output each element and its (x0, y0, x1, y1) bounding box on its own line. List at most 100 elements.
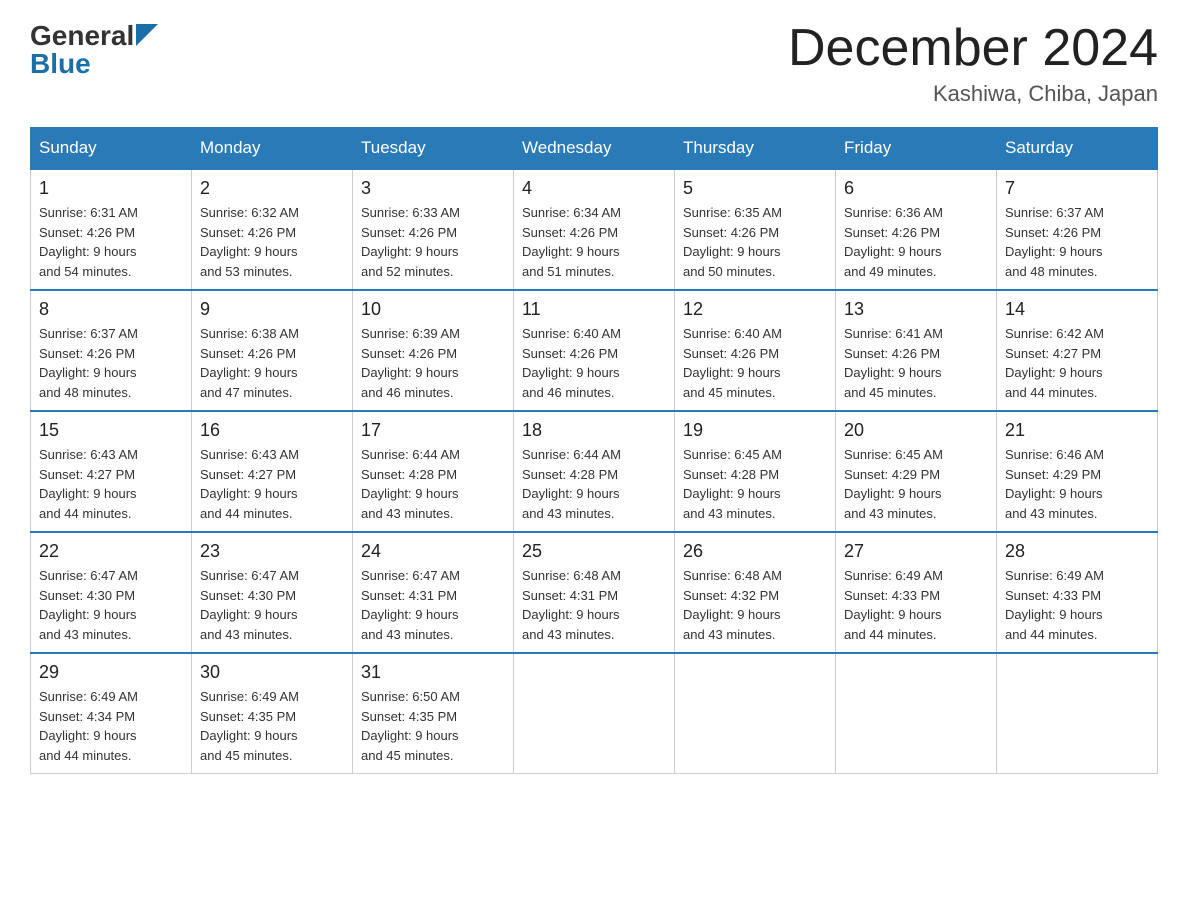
calendar-cell: 10 Sunrise: 6:39 AM Sunset: 4:26 PM Dayl… (353, 290, 514, 411)
day-info: Sunrise: 6:32 AM Sunset: 4:26 PM Dayligh… (200, 203, 344, 281)
calendar-cell: 24 Sunrise: 6:47 AM Sunset: 4:31 PM Dayl… (353, 532, 514, 653)
day-number: 9 (200, 299, 344, 320)
day-info: Sunrise: 6:41 AM Sunset: 4:26 PM Dayligh… (844, 324, 988, 402)
day-info: Sunrise: 6:38 AM Sunset: 4:26 PM Dayligh… (200, 324, 344, 402)
calendar-cell: 26 Sunrise: 6:48 AM Sunset: 4:32 PM Dayl… (675, 532, 836, 653)
calendar-header-saturday: Saturday (997, 128, 1158, 170)
calendar-cell: 27 Sunrise: 6:49 AM Sunset: 4:33 PM Dayl… (836, 532, 997, 653)
calendar-header-sunday: Sunday (31, 128, 192, 170)
day-info: Sunrise: 6:49 AM Sunset: 4:33 PM Dayligh… (1005, 566, 1149, 644)
day-info: Sunrise: 6:43 AM Sunset: 4:27 PM Dayligh… (200, 445, 344, 523)
day-info: Sunrise: 6:44 AM Sunset: 4:28 PM Dayligh… (361, 445, 505, 523)
day-info: Sunrise: 6:37 AM Sunset: 4:26 PM Dayligh… (39, 324, 183, 402)
logo-blue-text: Blue (30, 50, 91, 78)
calendar-week-row: 22 Sunrise: 6:47 AM Sunset: 4:30 PM Dayl… (31, 532, 1158, 653)
calendar-cell: 15 Sunrise: 6:43 AM Sunset: 4:27 PM Dayl… (31, 411, 192, 532)
day-info: Sunrise: 6:36 AM Sunset: 4:26 PM Dayligh… (844, 203, 988, 281)
day-info: Sunrise: 6:50 AM Sunset: 4:35 PM Dayligh… (361, 687, 505, 765)
day-info: Sunrise: 6:49 AM Sunset: 4:35 PM Dayligh… (200, 687, 344, 765)
calendar-table: SundayMondayTuesdayWednesdayThursdayFrid… (30, 127, 1158, 774)
calendar-cell: 3 Sunrise: 6:33 AM Sunset: 4:26 PM Dayli… (353, 169, 514, 290)
day-number: 13 (844, 299, 988, 320)
calendar-cell: 17 Sunrise: 6:44 AM Sunset: 4:28 PM Dayl… (353, 411, 514, 532)
calendar-week-row: 8 Sunrise: 6:37 AM Sunset: 4:26 PM Dayli… (31, 290, 1158, 411)
calendar-cell: 5 Sunrise: 6:35 AM Sunset: 4:26 PM Dayli… (675, 169, 836, 290)
day-number: 5 (683, 178, 827, 199)
day-number: 18 (522, 420, 666, 441)
day-info: Sunrise: 6:45 AM Sunset: 4:28 PM Dayligh… (683, 445, 827, 523)
day-number: 10 (361, 299, 505, 320)
day-info: Sunrise: 6:33 AM Sunset: 4:26 PM Dayligh… (361, 203, 505, 281)
day-number: 7 (1005, 178, 1149, 199)
day-number: 4 (522, 178, 666, 199)
calendar-header-friday: Friday (836, 128, 997, 170)
calendar-header-monday: Monday (192, 128, 353, 170)
day-number: 11 (522, 299, 666, 320)
day-info: Sunrise: 6:48 AM Sunset: 4:32 PM Dayligh… (683, 566, 827, 644)
day-number: 15 (39, 420, 183, 441)
day-info: Sunrise: 6:45 AM Sunset: 4:29 PM Dayligh… (844, 445, 988, 523)
day-info: Sunrise: 6:49 AM Sunset: 4:34 PM Dayligh… (39, 687, 183, 765)
day-number: 23 (200, 541, 344, 562)
day-number: 31 (361, 662, 505, 683)
day-info: Sunrise: 6:31 AM Sunset: 4:26 PM Dayligh… (39, 203, 183, 281)
calendar-week-row: 29 Sunrise: 6:49 AM Sunset: 4:34 PM Dayl… (31, 653, 1158, 774)
calendar-title: December 2024 (788, 20, 1158, 77)
day-number: 26 (683, 541, 827, 562)
calendar-cell: 9 Sunrise: 6:38 AM Sunset: 4:26 PM Dayli… (192, 290, 353, 411)
calendar-cell (675, 653, 836, 774)
day-info: Sunrise: 6:39 AM Sunset: 4:26 PM Dayligh… (361, 324, 505, 402)
calendar-cell: 8 Sunrise: 6:37 AM Sunset: 4:26 PM Dayli… (31, 290, 192, 411)
day-number: 16 (200, 420, 344, 441)
calendar-cell: 29 Sunrise: 6:49 AM Sunset: 4:34 PM Dayl… (31, 653, 192, 774)
calendar-cell: 25 Sunrise: 6:48 AM Sunset: 4:31 PM Dayl… (514, 532, 675, 653)
page-header: General Blue December 2024 Kashiwa, Chib… (30, 20, 1158, 107)
calendar-cell (997, 653, 1158, 774)
day-number: 19 (683, 420, 827, 441)
day-number: 3 (361, 178, 505, 199)
calendar-header-tuesday: Tuesday (353, 128, 514, 170)
day-info: Sunrise: 6:48 AM Sunset: 4:31 PM Dayligh… (522, 566, 666, 644)
day-info: Sunrise: 6:37 AM Sunset: 4:26 PM Dayligh… (1005, 203, 1149, 281)
day-number: 25 (522, 541, 666, 562)
day-info: Sunrise: 6:34 AM Sunset: 4:26 PM Dayligh… (522, 203, 666, 281)
calendar-cell: 18 Sunrise: 6:44 AM Sunset: 4:28 PM Dayl… (514, 411, 675, 532)
calendar-cell: 23 Sunrise: 6:47 AM Sunset: 4:30 PM Dayl… (192, 532, 353, 653)
calendar-header-thursday: Thursday (675, 128, 836, 170)
day-number: 6 (844, 178, 988, 199)
calendar-header-row: SundayMondayTuesdayWednesdayThursdayFrid… (31, 128, 1158, 170)
day-info: Sunrise: 6:49 AM Sunset: 4:33 PM Dayligh… (844, 566, 988, 644)
calendar-cell: 21 Sunrise: 6:46 AM Sunset: 4:29 PM Dayl… (997, 411, 1158, 532)
calendar-cell: 19 Sunrise: 6:45 AM Sunset: 4:28 PM Dayl… (675, 411, 836, 532)
calendar-cell: 28 Sunrise: 6:49 AM Sunset: 4:33 PM Dayl… (997, 532, 1158, 653)
day-info: Sunrise: 6:43 AM Sunset: 4:27 PM Dayligh… (39, 445, 183, 523)
day-info: Sunrise: 6:40 AM Sunset: 4:26 PM Dayligh… (522, 324, 666, 402)
day-info: Sunrise: 6:47 AM Sunset: 4:30 PM Dayligh… (200, 566, 344, 644)
day-number: 2 (200, 178, 344, 199)
calendar-cell: 7 Sunrise: 6:37 AM Sunset: 4:26 PM Dayli… (997, 169, 1158, 290)
day-number: 1 (39, 178, 183, 199)
day-number: 20 (844, 420, 988, 441)
calendar-cell: 20 Sunrise: 6:45 AM Sunset: 4:29 PM Dayl… (836, 411, 997, 532)
day-number: 30 (200, 662, 344, 683)
day-number: 21 (1005, 420, 1149, 441)
calendar-cell: 12 Sunrise: 6:40 AM Sunset: 4:26 PM Dayl… (675, 290, 836, 411)
calendar-cell: 4 Sunrise: 6:34 AM Sunset: 4:26 PM Dayli… (514, 169, 675, 290)
day-number: 14 (1005, 299, 1149, 320)
calendar-cell: 11 Sunrise: 6:40 AM Sunset: 4:26 PM Dayl… (514, 290, 675, 411)
day-info: Sunrise: 6:46 AM Sunset: 4:29 PM Dayligh… (1005, 445, 1149, 523)
logo: General Blue (30, 20, 158, 78)
calendar-cell: 1 Sunrise: 6:31 AM Sunset: 4:26 PM Dayli… (31, 169, 192, 290)
calendar-cell: 14 Sunrise: 6:42 AM Sunset: 4:27 PM Dayl… (997, 290, 1158, 411)
day-number: 17 (361, 420, 505, 441)
day-number: 29 (39, 662, 183, 683)
logo-icon (136, 24, 158, 46)
day-info: Sunrise: 6:47 AM Sunset: 4:30 PM Dayligh… (39, 566, 183, 644)
calendar-cell (514, 653, 675, 774)
day-info: Sunrise: 6:47 AM Sunset: 4:31 PM Dayligh… (361, 566, 505, 644)
calendar-cell: 6 Sunrise: 6:36 AM Sunset: 4:26 PM Dayli… (836, 169, 997, 290)
calendar-cell: 16 Sunrise: 6:43 AM Sunset: 4:27 PM Dayl… (192, 411, 353, 532)
calendar-cell: 30 Sunrise: 6:49 AM Sunset: 4:35 PM Dayl… (192, 653, 353, 774)
day-number: 24 (361, 541, 505, 562)
day-number: 8 (39, 299, 183, 320)
